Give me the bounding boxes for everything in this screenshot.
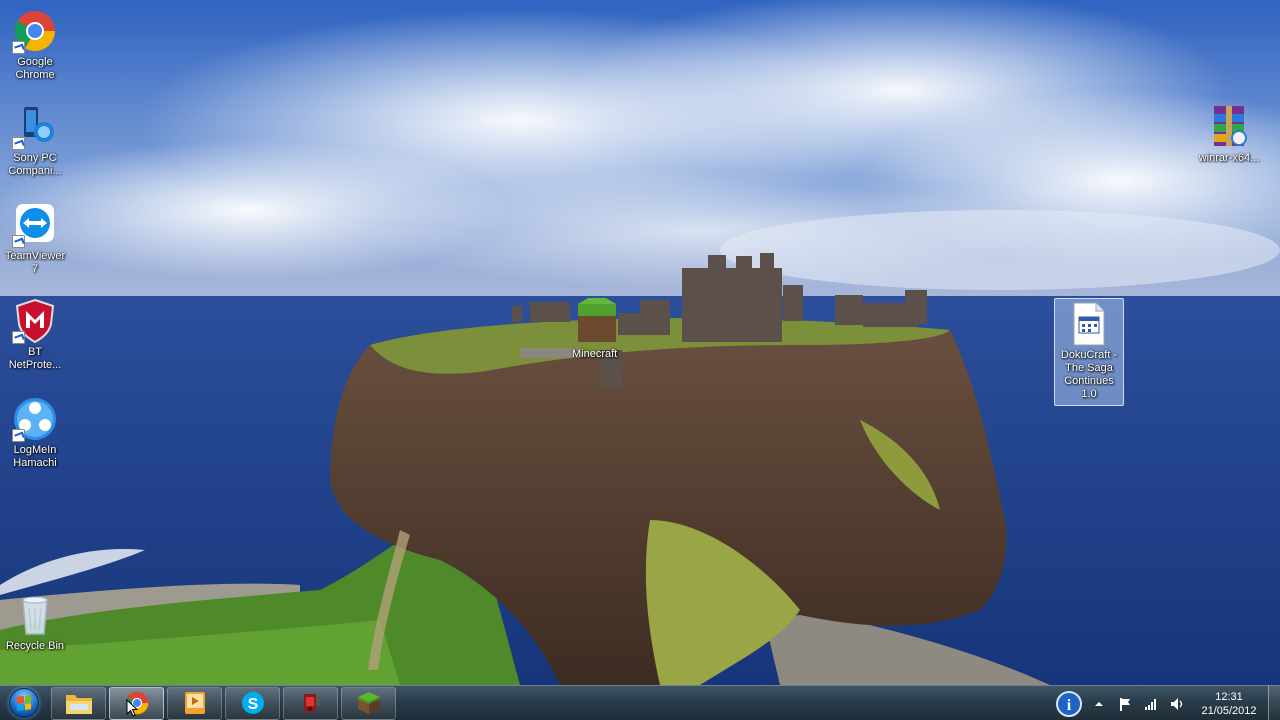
folder-icon <box>65 695 92 714</box>
clock-time: 12:31 <box>1215 690 1243 703</box>
info-balloon-icon[interactable]: i <box>1055 690 1083 718</box>
teamviewer-icon <box>12 202 58 248</box>
minecraft-block-icon <box>578 298 616 342</box>
desktop-icon-label: BT NetProte... <box>8 346 62 371</box>
desktop-icon-label: TeamViewer 7 <box>4 250 66 275</box>
windows-logo-icon <box>9 688 39 718</box>
desktop-icon-google-chrome[interactable]: Google Chrome <box>0 8 70 82</box>
media-player-icon <box>184 692 205 714</box>
shortcut-arrow-icon <box>12 429 25 442</box>
sony-pc-companion-icon <box>12 104 58 150</box>
shortcut-arrow-icon <box>12 235 25 248</box>
svg-text:S: S <box>247 696 258 713</box>
grass-block-icon <box>357 692 380 714</box>
system-tray: i 12:31 21/05/2012 <box>1052 686 1280 720</box>
hamachi-icon <box>12 396 58 442</box>
mcafee-shield-icon <box>12 298 58 344</box>
desktop-icon-dokucraft-file[interactable]: DokuCraft - The Saga Continues 1.0 <box>1054 298 1124 406</box>
show-desktop-button[interactable] <box>1268 686 1280 720</box>
desktop-icon-sony-pc-companion[interactable]: Sony PC Compani... <box>0 104 70 178</box>
shortcut-arrow-icon <box>12 331 25 344</box>
start-button[interactable] <box>0 686 48 720</box>
svg-text:i: i <box>1067 697 1072 714</box>
show-hidden-icons-chevron-icon[interactable] <box>1089 694 1109 714</box>
desktop-icon-label: LogMeIn Hamachi <box>13 444 57 469</box>
desktop-icon-winrar-installer[interactable]: winrar-x64... <box>1194 104 1264 165</box>
taskbar-recorder-button[interactable] <box>283 686 338 720</box>
taskbar-explorer-button[interactable] <box>51 686 106 720</box>
desktop-icon-label: Recycle Bin <box>5 640 65 652</box>
recycle-bin-icon <box>12 592 58 638</box>
desktop-icon-minecraft-label[interactable]: Minecraft <box>572 348 617 360</box>
taskbar-minecraft-button[interactable] <box>341 686 396 720</box>
clock[interactable]: 12:31 21/05/2012 <box>1196 690 1262 718</box>
skype-icon: S <box>241 692 264 714</box>
taskbar-skype-button[interactable]: S <box>225 686 280 720</box>
camcorder-icon <box>303 694 320 712</box>
winrar-archive-icon <box>1206 104 1252 150</box>
chrome-icon <box>12 8 58 54</box>
mouse-cursor-icon <box>126 699 138 717</box>
taskbar: S i 12:31 21/05/2012 <box>0 685 1280 720</box>
desktop-icon-recycle-bin[interactable]: Recycle Bin <box>0 592 70 653</box>
desktop-icon-bt-netprotect[interactable]: BT NetProte... <box>0 298 70 372</box>
network-signal-icon[interactable] <box>1141 694 1161 714</box>
desktop-icon-label: DokuCraft - The Saga Continues 1.0 <box>1060 349 1118 400</box>
desktop-icon-teamviewer[interactable]: TeamViewer 7 <box>0 202 70 276</box>
clock-date: 21/05/2012 <box>1201 704 1257 717</box>
desktop-icon-label: Google Chrome <box>15 56 55 81</box>
taskbar-media-player-button[interactable] <box>167 686 222 720</box>
volume-speaker-icon[interactable] <box>1167 694 1187 714</box>
desktop-icon-logmein-hamachi[interactable]: LogMeIn Hamachi <box>0 396 70 470</box>
shortcut-arrow-icon <box>12 137 25 150</box>
action-center-flag-icon[interactable] <box>1115 694 1135 714</box>
shortcut-arrow-icon <box>12 41 25 54</box>
desktop-icon-label: Sony PC Compani... <box>8 152 62 177</box>
document-file-icon <box>1066 301 1112 347</box>
desktop-icon-label: winrar-x64... <box>1198 152 1260 164</box>
